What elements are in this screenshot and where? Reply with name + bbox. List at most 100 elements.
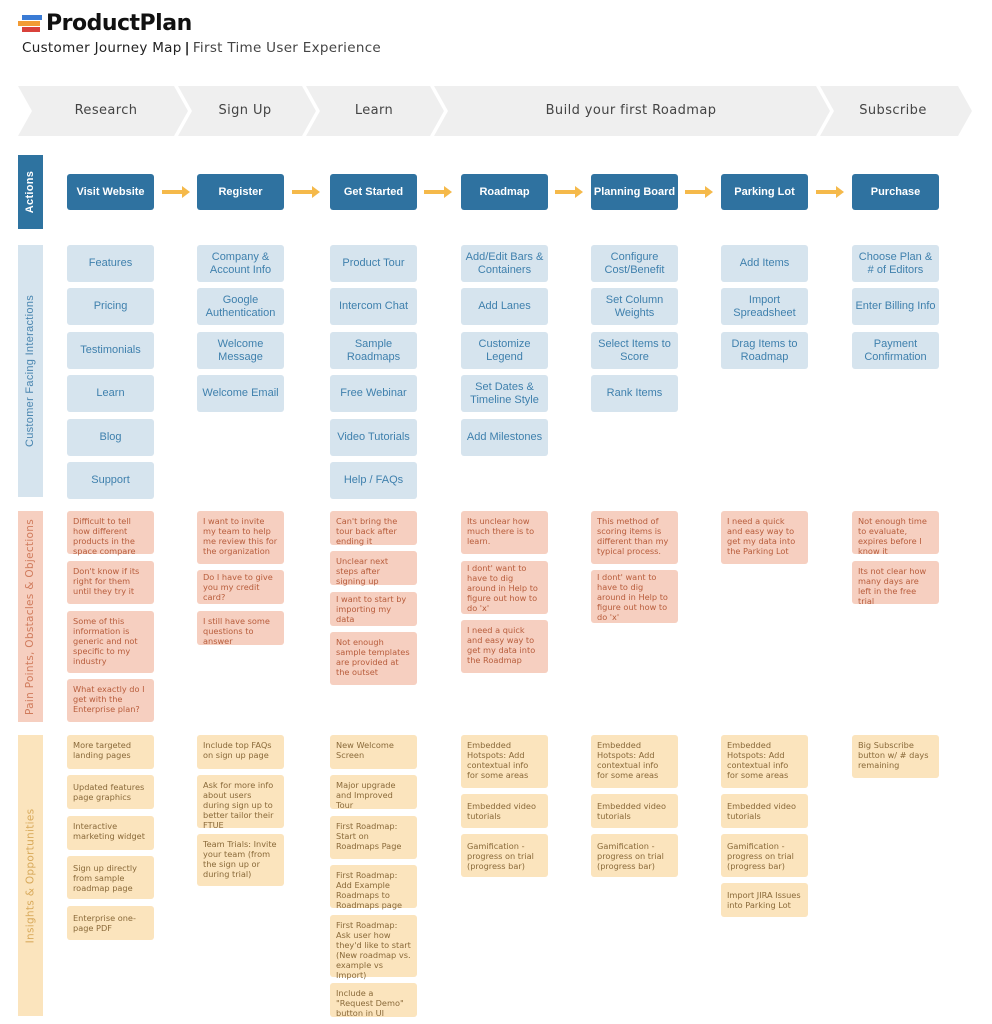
- pain-point-card: I need a quick and easy way to get my da…: [721, 511, 808, 564]
- stage-label-subscribe: Subscribe: [859, 103, 927, 118]
- stage-label-research: Research: [74, 103, 138, 118]
- insight-card: Updated features page graphics: [67, 775, 154, 809]
- productplan-logo: ProductPlan: [18, 8, 192, 38]
- interaction-card: Intercom Chat: [330, 288, 417, 325]
- insight-card: More targeted landing pages: [67, 735, 154, 769]
- interaction-card: Add Milestones: [461, 419, 548, 456]
- action-purchase: Purchase: [852, 174, 939, 210]
- insight-card: Interactive marketing widget: [67, 816, 154, 850]
- interaction-card: Add Lanes: [461, 288, 548, 325]
- insight-card: Embedded Hotspots: Add contextual info f…: [721, 735, 808, 788]
- brand-name: ProductPlan: [46, 10, 192, 36]
- action-planning-board: Planning Board: [591, 174, 678, 210]
- stage-chevron-bar: Research Sign Up Learn Build your first …: [0, 86, 992, 136]
- interaction-card: Blog: [67, 419, 154, 456]
- interaction-card: Testimonials: [67, 332, 154, 369]
- action-get-started: Get Started: [330, 174, 417, 210]
- interaction-card: Enter Billing Info: [852, 288, 939, 325]
- pain-point-card: Difficult to tell how different products…: [67, 511, 154, 556]
- interaction-card: Set Dates & Timeline Style: [461, 375, 548, 412]
- pain-point-card: Not enough time to evaluate, expires bef…: [852, 511, 939, 556]
- interaction-card: Free Webinar: [330, 375, 417, 412]
- row-label-interactions: Customer Facing Interactions: [18, 245, 43, 497]
- pain-point-card: Do I have to give you my credit card?: [197, 570, 284, 604]
- insight-card: Big Subscribe button w/ # days remaining: [852, 735, 939, 778]
- interaction-card: Pricing: [67, 288, 154, 325]
- insight-card: First Roadmap: Add Example Roadmaps to R…: [330, 865, 417, 910]
- action-register: Register: [197, 174, 284, 210]
- interaction-card: Configure Cost/Benefit: [591, 245, 678, 282]
- right-arrow-icon: [816, 186, 844, 198]
- insight-card: First Roadmap: Start on Roadmaps Page: [330, 816, 417, 859]
- insight-card: Embedded Hotspots: Add contextual info f…: [461, 735, 548, 788]
- insight-card: Embedded video tutorials: [721, 794, 808, 828]
- insight-card: Gamification - progress on trial (progre…: [721, 834, 808, 877]
- stage-label-build-roadmap: Build your first Roadmap: [545, 103, 717, 118]
- pain-point-card: I dont' want to have to dig around in He…: [591, 570, 678, 623]
- interaction-card: Learn: [67, 375, 154, 412]
- pain-point-card: This method of scoring items is differen…: [591, 511, 678, 564]
- insight-card: First Roadmap: Ask user how they'd like …: [330, 915, 417, 980]
- right-arrow-icon: [292, 186, 320, 198]
- row-label-actions: Actions: [18, 155, 43, 229]
- pain-point-card: Its not clear how many days are left in …: [852, 561, 939, 606]
- row-label-pain-points: Pain Points, Obstacles & Objections: [18, 511, 43, 722]
- insight-card: New Welcome Screen: [330, 735, 417, 769]
- right-arrow-icon: [555, 186, 583, 198]
- pain-point-card: Some of this information is generic and …: [67, 611, 154, 673]
- interaction-card: Choose Plan & # of Editors: [852, 245, 939, 282]
- pain-point-card: I want to start by importing my data: [330, 592, 417, 626]
- interaction-card: Welcome Email: [197, 375, 284, 412]
- pain-point-card: Don't know if its right for them until t…: [67, 561, 154, 604]
- action-visit-website: Visit Website: [67, 174, 154, 210]
- interaction-card: Help / FAQs: [330, 462, 417, 499]
- page-title: Customer Journey Map | First Time User Exp…: [22, 40, 381, 56]
- stage-label-learn: Learn: [354, 103, 394, 118]
- pain-point-card: Its unclear how much there is to learn.: [461, 511, 548, 554]
- map-title: Customer Journey Map: [22, 40, 182, 56]
- insight-card: Sign up directly from sample roadmap pag…: [67, 856, 154, 899]
- interaction-card: Import Spreadsheet: [721, 288, 808, 325]
- interaction-card: Welcome Message: [197, 332, 284, 369]
- interaction-card: Add Items: [721, 245, 808, 282]
- interaction-card: Add/Edit Bars & Containers: [461, 245, 548, 282]
- interaction-card: Set Column Weights: [591, 288, 678, 325]
- insight-card: Embedded video tutorials: [461, 794, 548, 828]
- pain-point-card: Can't bring the tour back after ending i…: [330, 511, 417, 546]
- insight-card: Gamification - progress on trial (progre…: [591, 834, 678, 877]
- row-label-insights: Insights & Opportunities: [18, 735, 43, 1016]
- action-roadmap: Roadmap: [461, 174, 548, 210]
- title-separator: |: [184, 40, 190, 56]
- insight-card: Import JIRA Issues into Parking Lot: [721, 883, 808, 917]
- insight-card: Embedded video tutorials: [591, 794, 678, 828]
- insight-card: Team Trials: Invite your team (from the …: [197, 834, 284, 886]
- pain-point-card: I want to invite my team to help me revi…: [197, 511, 284, 564]
- insight-card: Ask for more info about users during sig…: [197, 775, 284, 830]
- interaction-card: Select Items to Score: [591, 332, 678, 369]
- interaction-card: Product Tour: [330, 245, 417, 282]
- pain-point-card: What exactly do I get with the Enterpris…: [67, 679, 154, 722]
- interaction-card: Google Authentication: [197, 288, 284, 325]
- interaction-card: Drag Items to Roadmap: [721, 332, 808, 369]
- insight-card: Major upgrade and Improved Tour: [330, 775, 417, 810]
- interaction-card: Features: [67, 245, 154, 282]
- interaction-card: Customize Legend: [461, 332, 548, 369]
- interaction-card: Video Tutorials: [330, 419, 417, 456]
- pain-point-card: I still have some questions to answer: [197, 611, 284, 646]
- insight-card: Enterprise one-page PDF: [67, 906, 154, 940]
- right-arrow-icon: [685, 186, 713, 198]
- pain-point-card: Unclear next steps after signing up: [330, 551, 417, 586]
- interaction-card: Payment Confirmation: [852, 332, 939, 369]
- pain-point-card: Not enough sample templates are provided…: [330, 632, 417, 685]
- insight-card: Gamification - progress on trial (progre…: [461, 834, 548, 877]
- right-arrow-icon: [162, 186, 190, 198]
- insight-card: Include top FAQs on sign up page: [197, 735, 284, 769]
- pain-point-card: I dont' want to have to dig around in He…: [461, 561, 548, 614]
- interaction-card: Support: [67, 462, 154, 499]
- interaction-card: Rank Items: [591, 375, 678, 412]
- right-arrow-icon: [424, 186, 452, 198]
- interaction-card: Company & Account Info: [197, 245, 284, 282]
- insight-card: Include a "Request Demo" button in UI: [330, 983, 417, 1018]
- interaction-card: Sample Roadmaps: [330, 332, 417, 369]
- stage-label-sign-up: Sign Up: [218, 103, 272, 118]
